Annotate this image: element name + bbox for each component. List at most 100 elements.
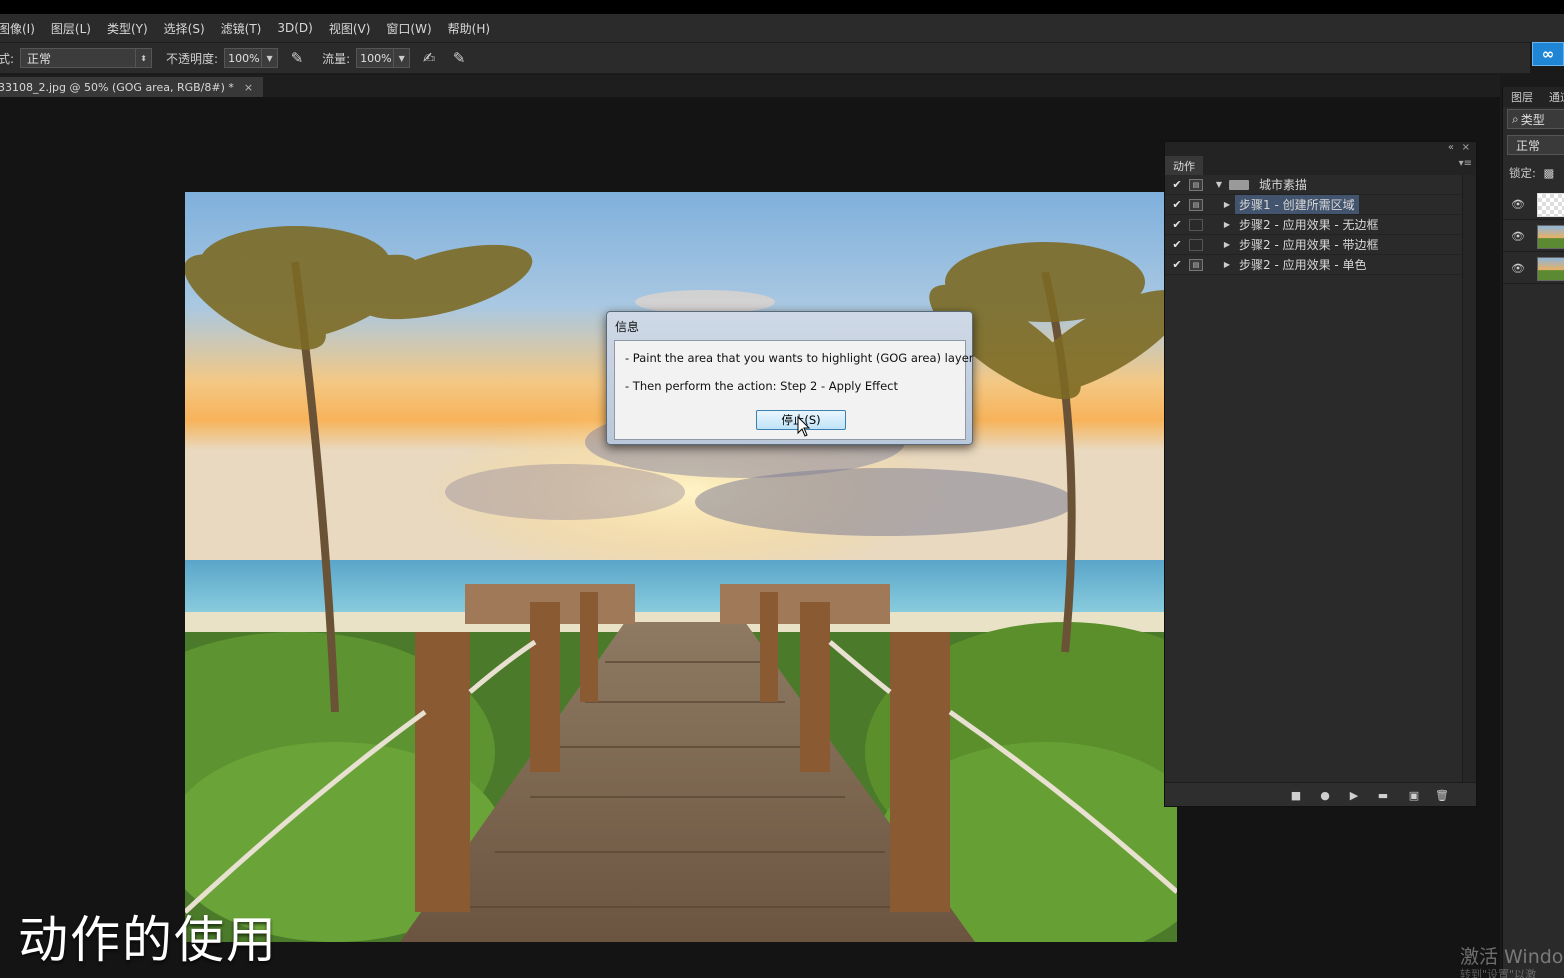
lock-row: 锁定: ▩ [1509,165,1554,181]
layer-thumbnail [1537,257,1564,281]
flow-value: 100% [360,51,392,65]
chevron-updown-icon: ⬍ [135,49,151,67]
beach-boardwalk-image [185,192,1177,942]
expand-right-icon[interactable]: ▶ [1219,240,1235,249]
menu-type[interactable]: 类型(Y) [99,20,156,37]
airbrush-icon[interactable]: ✍ [418,47,440,69]
dialog-body: - Paint the area that you wants to highl… [614,340,974,440]
blend-mode-select[interactable]: 正常 [1507,135,1564,155]
opacity-value: 100% [228,51,260,65]
pressure-size-icon[interactable]: ✎ [448,47,470,69]
activation-watermark-sub: 转到"设置"以激 [1460,968,1537,978]
actions-panel: « × 动作 ▾≡ ✔ ▤ ▼ 城市素描 ✔ ▤ ▶ 步骤1 - 创建所需区域 … [1164,141,1477,807]
menu-help[interactable]: 帮助(H) [440,20,498,37]
check-icon[interactable]: ✔ [1165,178,1189,191]
menu-layer[interactable]: 图层(L) [43,20,99,37]
check-icon[interactable]: ✔ [1165,258,1189,271]
creative-cloud-icon[interactable]: ∞ [1532,42,1564,66]
close-icon[interactable]: × [1462,142,1470,153]
message-dialog: 信息 - Paint the area that you wants to hi… [606,311,974,445]
layer-row[interactable]: 👁 [1503,253,1564,284]
document-tab[interactable]: 33108_2.jpg @ 50% (GOG area, RGB/8#) * × [0,77,264,97]
layer-row[interactable]: 👁 [1503,221,1564,252]
tab-layers[interactable]: 图层 [1503,87,1533,107]
layer-filter-value: 类型 [1520,112,1545,127]
options-bar: 式: 正常 ⬍ 不透明度: 100% ▼ ✎ 流量: 100% ▼ ✍ ✎ [0,42,1530,74]
close-icon[interactable]: × [244,81,253,94]
check-icon[interactable]: ✔ [1165,218,1189,231]
panel-footer: ■ ● ▶ ▬ ▣ 🗑 [1165,782,1476,806]
mouse-pointer-icon [797,416,811,437]
dialog-title: 信息 [615,320,640,334]
flow-field[interactable]: 100% ▼ [356,48,411,68]
new-action-icon[interactable]: ▣ [1405,787,1423,803]
action-row[interactable]: ✔ ▶ 步骤2 - 应用效果 - 带边框 [1165,235,1463,255]
lock-label: 锁定: [1509,166,1536,180]
action-set-label: 城市素描 [1259,178,1308,192]
panel-scrollbar[interactable] [1462,175,1476,785]
trash-icon[interactable]: 🗑 [1433,787,1451,803]
expand-right-icon[interactable]: ▶ [1219,260,1235,269]
menu-window[interactable]: 窗口(W) [378,20,439,37]
stop-icon[interactable]: ■ [1287,787,1305,803]
layer-thumbnail [1537,193,1564,217]
collapse-icon[interactable]: « [1448,142,1454,153]
layers-panel: 图层 通道 ⌕ 类型 正常 锁定: ▩ 👁 👁 👁 [1502,87,1564,978]
new-set-icon[interactable]: ▬ [1374,787,1392,803]
chevron-down-icon[interactable]: ▼ [393,49,409,67]
opacity-label: 不透明度: [166,51,219,66]
dialog-toggle-icon[interactable]: ▤ [1189,178,1203,191]
action-label: 步骤2 - 应用效果 - 无边框 [1239,218,1379,232]
folder-icon [1229,179,1249,190]
action-label: 步骤1 - 创建所需区域 [1235,195,1359,214]
menu-image[interactable]: 图像(I) [0,20,43,37]
mode-select[interactable]: 正常 ⬍ [20,48,153,68]
title-strip [0,0,1564,14]
dialog-toggle-icon[interactable] [1189,218,1203,231]
pressure-opacity-icon[interactable]: ✎ [286,47,308,69]
layer-row[interactable]: 👁 [1503,189,1564,220]
mode-value: 正常 [27,51,52,66]
dialog-message-line-2: - Then perform the action: Step 2 - Appl… [625,379,899,393]
chevron-down-icon[interactable]: ▼ [261,49,277,67]
action-row[interactable]: ✔ ▤ ▶ 步骤2 - 应用效果 - 单色 [1165,255,1463,275]
play-icon[interactable]: ▶ [1345,787,1363,803]
actions-list: ✔ ▤ ▼ 城市素描 ✔ ▤ ▶ 步骤1 - 创建所需区域 ✔ ▶ 步骤2 - … [1165,175,1463,275]
tab-actions[interactable]: 动作 [1165,156,1203,175]
check-icon[interactable]: ✔ [1165,198,1189,211]
check-icon[interactable]: ✔ [1165,238,1189,251]
document-tab-title: 33108_2.jpg @ 50% (GOG area, RGB/8#) * [0,80,234,94]
panel-menu-icon[interactable]: ▾≡ [1459,158,1472,169]
action-row[interactable]: ✔ ▶ 步骤2 - 应用效果 - 无边框 [1165,215,1463,235]
layers-panel-tabs: 图层 通道 [1503,87,1564,107]
menu-3d[interactable]: 3D(D) [269,21,320,35]
dialog-toggle-icon[interactable]: ▤ [1189,258,1203,271]
dialog-toggle-icon[interactable]: ▤ [1189,198,1203,211]
video-caption: 动作的使用 [18,911,278,969]
action-row[interactable]: ✔ ▤ ▶ 步骤1 - 创建所需区域 [1165,195,1463,215]
document-image[interactable] [185,192,1177,942]
document-tab-bar: 33108_2.jpg @ 50% (GOG area, RGB/8#) * × [0,75,1500,97]
expand-right-icon[interactable]: ▶ [1219,220,1235,229]
record-icon[interactable]: ● [1316,787,1334,803]
action-set-row[interactable]: ✔ ▤ ▼ 城市素描 [1165,175,1463,195]
dialog-message-line-1: - Paint the area that you wants to highl… [625,351,974,365]
eye-icon[interactable]: 👁 [1511,230,1527,243]
eye-icon[interactable]: 👁 [1511,262,1527,275]
lock-transparency-icon[interactable]: ▩ [1544,166,1555,180]
menu-filter[interactable]: 滤镜(T) [213,20,270,37]
menu-select[interactable]: 选择(S) [156,20,213,37]
eye-icon[interactable]: 👁 [1511,198,1527,211]
opacity-field[interactable]: 100% ▼ [224,48,279,68]
search-icon: ⌕ [1512,111,1519,126]
expand-right-icon[interactable]: ▶ [1219,200,1235,209]
tab-channels[interactable]: 通道 [1541,87,1564,107]
mode-label: 式: [0,51,15,66]
expand-down-icon[interactable]: ▼ [1211,180,1227,189]
action-label: 步骤2 - 应用效果 - 带边框 [1239,238,1379,252]
activation-watermark: 激活 Windo [1460,946,1564,968]
layer-filter-select[interactable]: ⌕ 类型 [1507,109,1564,129]
menu-view[interactable]: 视图(V) [321,20,379,37]
layer-thumbnail [1537,225,1564,249]
dialog-toggle-icon[interactable] [1189,238,1203,251]
